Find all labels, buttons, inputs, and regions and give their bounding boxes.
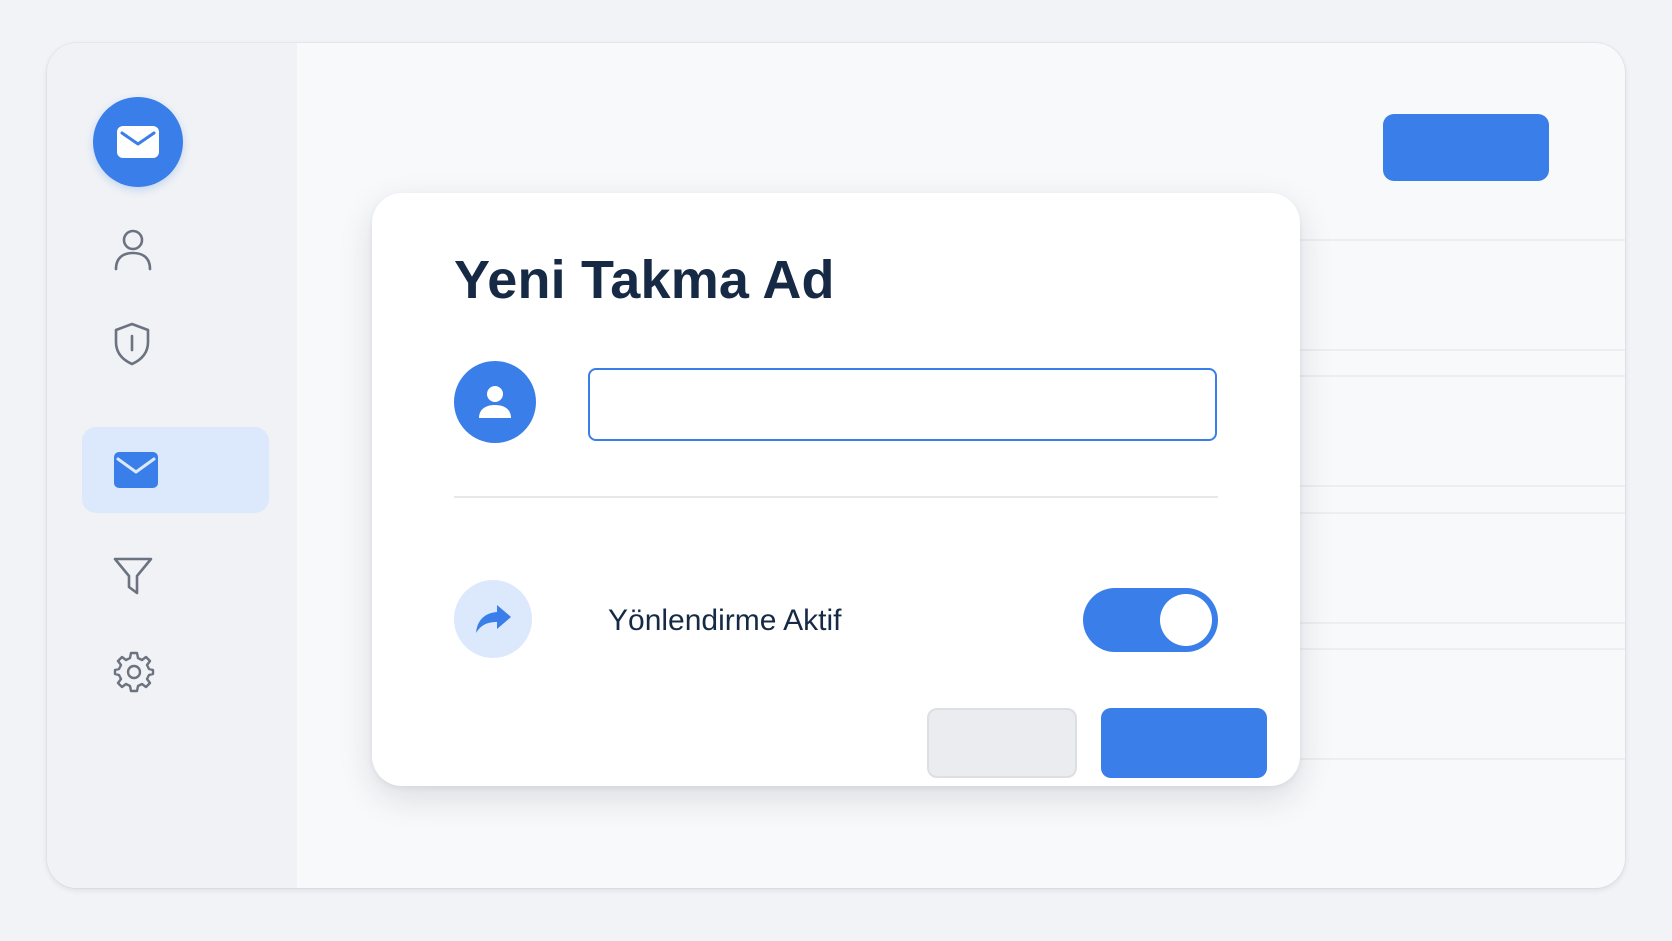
user-icon — [114, 229, 152, 271]
sidebar — [47, 43, 297, 888]
gear-icon — [113, 651, 155, 693]
sidebar-item-aliases[interactable] — [82, 427, 269, 513]
sidebar-item-profile[interactable] — [82, 207, 269, 293]
forwarding-label: Yönlendirme Aktif — [608, 604, 842, 637]
save-button[interactable] — [1101, 708, 1267, 778]
dialog-title: Yeni Takma Ad — [454, 250, 835, 310]
toggle-knob — [1160, 594, 1212, 646]
sidebar-item-settings[interactable] — [82, 629, 269, 715]
app-logo[interactable] — [93, 97, 183, 187]
sidebar-item-security[interactable] — [82, 301, 269, 387]
app-window: Yeni Takma Ad Yönlendirme Aktif — [47, 43, 1625, 888]
primary-action-button[interactable] — [1383, 114, 1549, 181]
forward-icon-badge — [454, 580, 532, 658]
divider — [454, 496, 1218, 498]
mail-icon — [117, 126, 159, 158]
cancel-button[interactable] — [927, 708, 1077, 778]
new-alias-dialog: Yeni Takma Ad Yönlendirme Aktif — [372, 193, 1300, 786]
alias-input[interactable] — [588, 368, 1217, 441]
shield-icon — [114, 322, 150, 366]
sidebar-item-filters[interactable] — [82, 533, 269, 619]
filter-icon — [113, 557, 153, 595]
forwarding-toggle[interactable] — [1083, 588, 1218, 652]
avatar — [454, 361, 536, 443]
user-icon — [479, 386, 511, 418]
forward-arrow-icon — [476, 605, 511, 633]
mail-icon — [114, 452, 158, 488]
